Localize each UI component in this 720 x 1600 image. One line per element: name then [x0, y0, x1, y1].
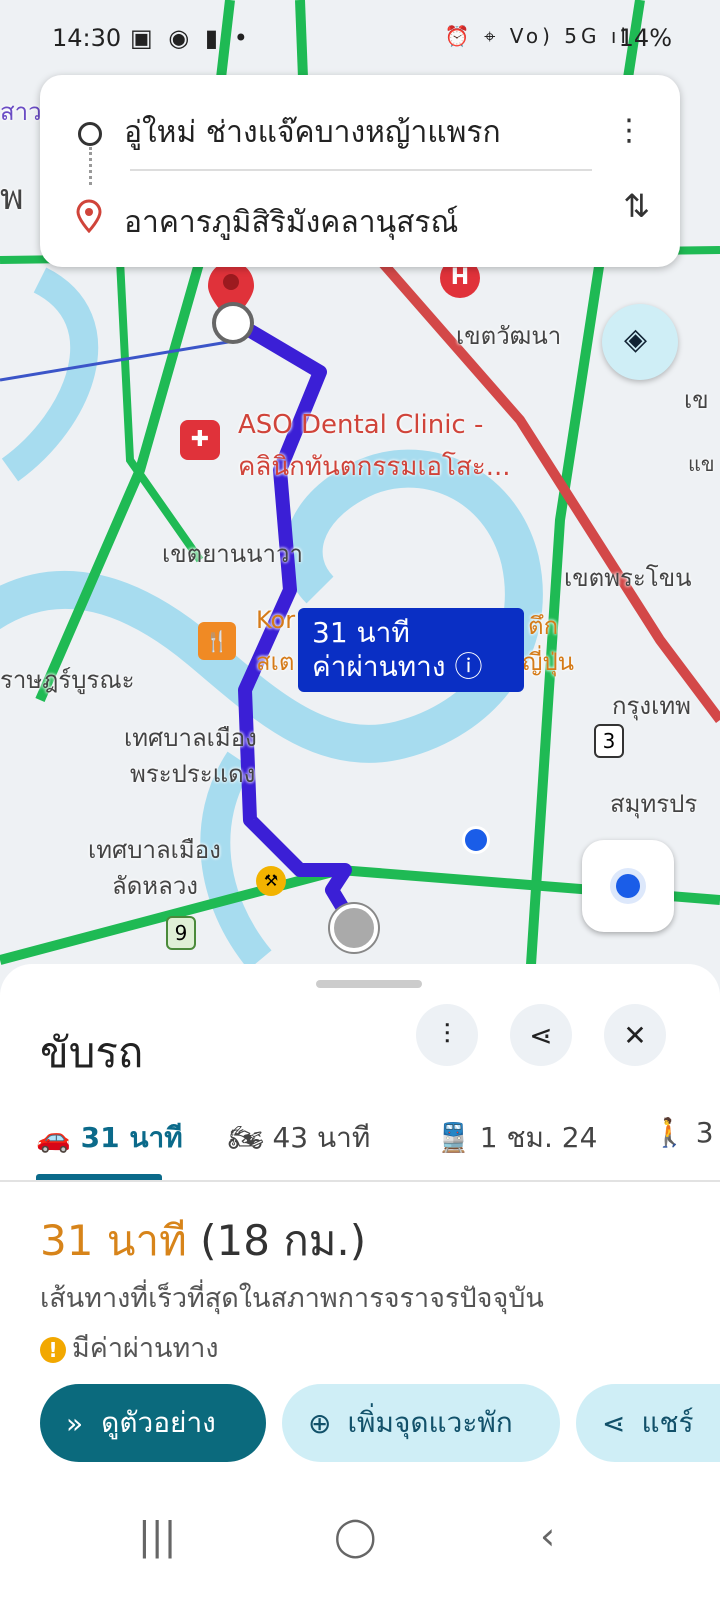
eta-bubble[interactable]: 31 นาที ค่าผ่านทาง ⓘ: [298, 608, 524, 692]
status-bar: 14:30 ▣ ◉ ▮ • ⏰ ⌖ Vo) 5G ıl 14%: [0, 0, 720, 72]
tab-transit[interactable]: 🚆 1 ชม. 24: [436, 1116, 597, 1160]
battery-level: 14%: [618, 24, 672, 52]
map-label-district: เขตยานนาวา: [162, 540, 303, 568]
map-label-area: สมุทรปร: [610, 790, 698, 818]
recent-apps-button[interactable]: |||: [138, 1514, 176, 1558]
share-icon: ⋖: [529, 1018, 553, 1052]
current-location-dot: [462, 826, 490, 854]
car-icon: 🚗: [36, 1121, 71, 1154]
route-duration: 31 นาที: [40, 1216, 187, 1265]
poi-label[interactable]: ตึก: [528, 606, 558, 645]
home-button[interactable]: ◯: [334, 1514, 377, 1558]
poi-label[interactable]: Kor: [256, 606, 295, 634]
map-label-area: เทศบาลเมือง: [88, 836, 221, 864]
map-label-edge: สาว: [0, 98, 42, 126]
route-options-button[interactable]: ⫶: [416, 1004, 478, 1066]
map-label-area: กรุงเทพ: [612, 692, 691, 720]
map-label-district: เขตพระโขน: [564, 564, 692, 592]
construction-icon: ⚒: [256, 866, 286, 896]
add-location-icon: ⊕: [308, 1406, 332, 1440]
toll-note: ! มีค่าผ่านทาง: [40, 1326, 219, 1369]
map-label-district: เขตวัฒนา: [456, 322, 562, 350]
origin-text[interactable]: อู่ใหม่ ช่างแจ๊คบางหญ้าแพรก: [124, 109, 501, 156]
restaurant-icon[interactable]: 🍴: [198, 622, 236, 660]
route-shield-9: 9: [166, 916, 196, 950]
swap-icon[interactable]: ⇅: [623, 187, 650, 225]
train-icon: 🚆: [436, 1121, 471, 1154]
warning-icon: !: [40, 1336, 66, 1363]
poi-label[interactable]: ASO Dental Clinic -: [238, 410, 483, 440]
notification-icons: ▣ ◉ ▮ •: [130, 24, 252, 52]
destination-pin-small-icon: [76, 199, 102, 233]
sheet-divider: [0, 1180, 720, 1182]
origin-row[interactable]: อู่ใหม่ ช่างแจ๊คบางหญ้าแพรก ⋮: [40, 85, 680, 165]
walk-icon: 🚶: [652, 1116, 687, 1149]
tab-drive[interactable]: 🚗 31 นาที: [36, 1116, 183, 1160]
drag-handle[interactable]: [316, 980, 422, 988]
poi-label[interactable]: สเต: [256, 642, 294, 681]
poi-label[interactable]: คลินิกทันตกรรมเอโสะ...: [238, 446, 511, 487]
tune-icon: ⫶: [443, 1018, 451, 1051]
route-description: เส้นทางที่เร็วที่สุดในสภาพการจราจรปัจจุบ…: [40, 1283, 544, 1314]
map-label-area: ราษฎร์บูรณะ: [0, 666, 135, 694]
share-button[interactable]: ⋖ แชร์: [576, 1384, 720, 1462]
tab-walk[interactable]: 🚶 3: [652, 1116, 714, 1149]
eta-time: 31 นาที: [312, 616, 410, 649]
status-time: 14:30: [52, 24, 122, 52]
system-icons: ⏰ ⌖ Vo) 5G ıl: [444, 24, 630, 48]
clinic-icon[interactable]: ✚: [180, 420, 220, 460]
route-card: อู่ใหม่ ช่างแจ๊คบางหญ้าแพรก ⋮ อาคารภูมิส…: [40, 75, 680, 267]
destination-text[interactable]: อาคารภูมิสิริมังคลานุสรณ์: [124, 199, 458, 246]
add-stop-label: เพิ่มจุดแวะพัก: [347, 1406, 513, 1439]
layers-icon: ◈: [624, 322, 648, 357]
system-nav-bar: ||| ◯ ‹: [0, 1480, 720, 1600]
rail-line: [0, 338, 241, 382]
close-button[interactable]: ✕: [604, 1004, 666, 1066]
sheet-title: ขับรถ: [40, 1028, 144, 1077]
forward-icon: »: [66, 1406, 84, 1440]
share-label: แชร์: [641, 1406, 694, 1439]
my-location-icon: [616, 874, 640, 898]
preview-label: ดูตัวอย่าง: [101, 1406, 216, 1439]
map-label-area: ลัดหลวง: [112, 872, 199, 900]
add-stop-button[interactable]: ⊕ เพิ่มจุดแวะพัก: [282, 1384, 560, 1462]
origin-marker: [330, 904, 378, 952]
route-summary: 31 นาที (18 กม.): [40, 1208, 366, 1274]
preview-button[interactable]: » ดูตัวอย่าง: [40, 1384, 266, 1462]
my-location-button[interactable]: [582, 840, 674, 932]
share-icon: ⋖: [602, 1406, 626, 1440]
tab-transit-label: 1 ชม. 24: [479, 1121, 598, 1154]
toll-text: มีค่าผ่านทาง: [72, 1333, 219, 1364]
route-distance: (18 กม.): [200, 1216, 367, 1265]
tab-motorcycle[interactable]: 🏍 43 นาที: [228, 1116, 370, 1160]
back-button[interactable]: ‹: [540, 1514, 555, 1558]
destination-row[interactable]: อาคารภูมิสิริมังคลานุสรณ์: [40, 175, 680, 255]
map-label-area: เทศบาลเมือง: [124, 724, 257, 752]
close-icon: ✕: [623, 1018, 647, 1052]
destination-marker: [212, 302, 254, 344]
map-label-area: พระประแดง: [130, 760, 256, 788]
tab-walk-label: 3: [695, 1116, 714, 1149]
map-label-edge: แข: [688, 452, 715, 476]
poi-label[interactable]: ญี่ปุ่น: [522, 642, 574, 681]
map-label-edge: พ: [0, 177, 24, 218]
more-options-icon[interactable]: ⋮: [614, 113, 644, 148]
motorcycle-icon: 🏍: [228, 1121, 264, 1154]
map-label-edge: เข: [684, 386, 709, 414]
eta-toll: ค่าผ่านทาง ⓘ: [312, 650, 483, 683]
origin-circle-icon: [78, 122, 102, 146]
share-route-button[interactable]: ⋖: [510, 1004, 572, 1066]
tab-motorcycle-label: 43 นาที: [272, 1121, 371, 1154]
route-shield-3: 3: [594, 724, 624, 758]
card-divider: [130, 169, 592, 171]
layers-button[interactable]: ◈: [602, 304, 678, 380]
tab-drive-label: 31 นาที: [80, 1121, 183, 1154]
